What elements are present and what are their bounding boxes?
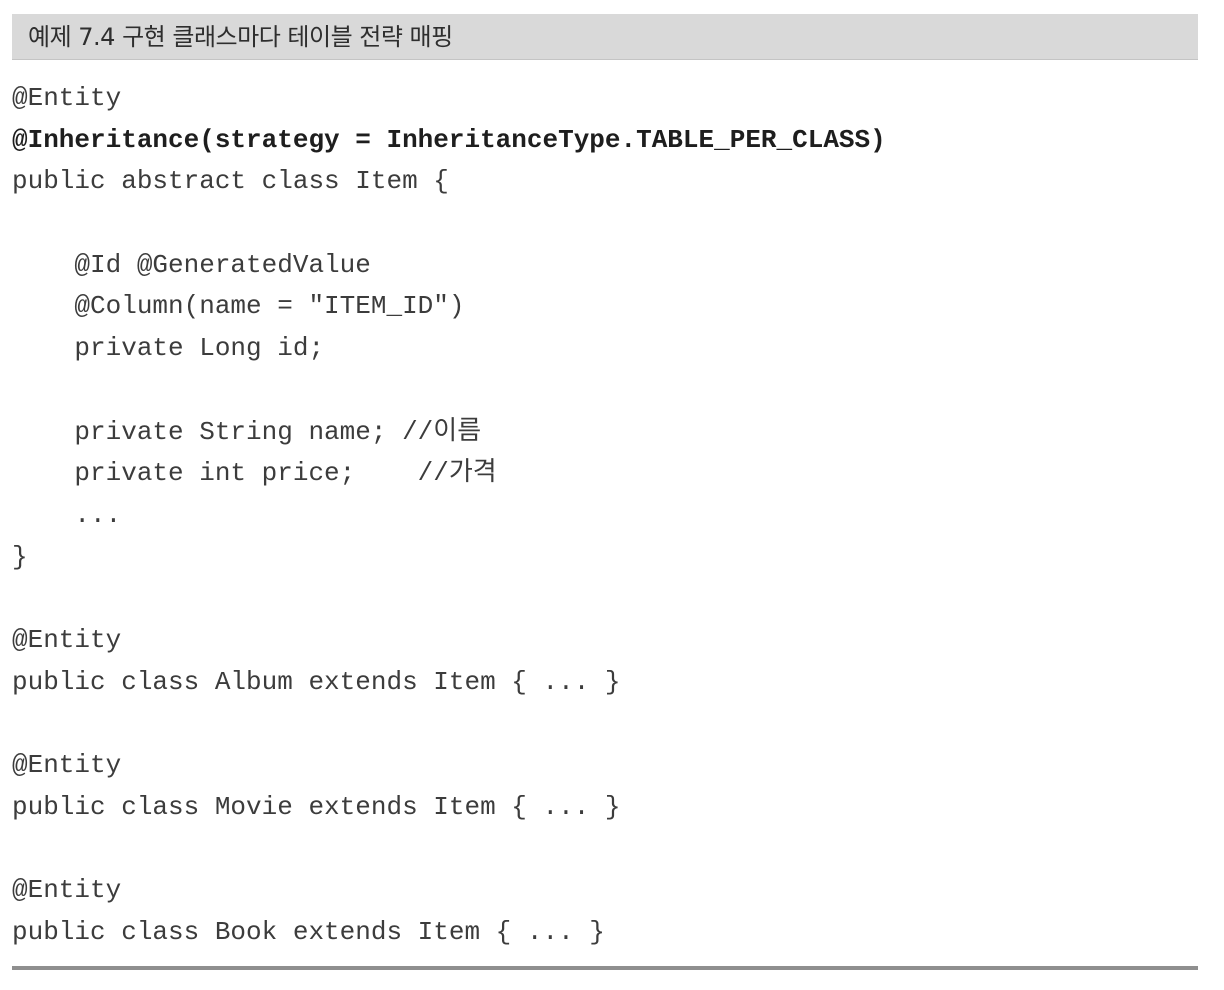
example-caption-bar: 예제 7.4 구현 클래스마다 테이블 전략 매핑 (12, 14, 1198, 60)
code-line: } (12, 541, 28, 572)
code-listing: @Entity @Inheritance(strategy = Inherita… (12, 78, 1198, 953)
code-line: @Entity (12, 875, 122, 906)
code-line: @Column(name = "ITEM_ID") (12, 291, 465, 322)
code-line: private int price; //가격 (12, 458, 497, 489)
code-line: public abstract class Item { (12, 166, 449, 197)
code-line: @Entity (12, 83, 122, 113)
code-line: @Id @GeneratedValue (12, 249, 371, 280)
code-line: ... (12, 499, 122, 530)
code-line: private String name; //이름 (12, 416, 482, 447)
code-line: private Long id; (12, 333, 325, 364)
code-line: @Entity (12, 750, 122, 780)
code-line: public class Book extends Item { ... } (12, 916, 605, 947)
code-line: public class Movie extends Item { ... } (12, 791, 621, 822)
bottom-divider (12, 966, 1198, 970)
example-caption-title: 예제 7.4 구현 클래스마다 테이블 전략 매핑 (28, 23, 453, 51)
code-line-highlighted: @Inheritance(strategy = InheritanceType.… (12, 124, 886, 155)
code-line: public class Album extends Item { ... } (12, 666, 621, 697)
code-line: @Entity (12, 624, 122, 655)
